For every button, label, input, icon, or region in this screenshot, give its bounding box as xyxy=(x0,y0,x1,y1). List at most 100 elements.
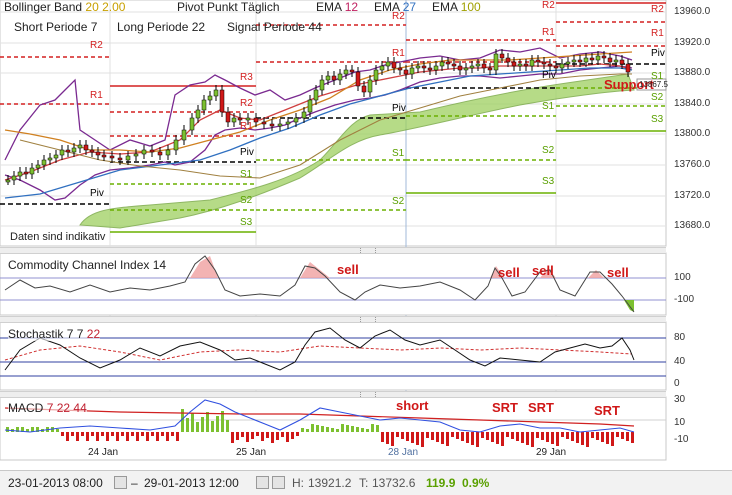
macd-histogram-bar xyxy=(566,432,569,439)
ema-value: 100 xyxy=(460,0,481,14)
ema-value: 12 xyxy=(344,0,359,14)
cci-sell-signal: sell xyxy=(337,262,359,277)
candle-body xyxy=(213,89,219,97)
macd-histogram-bar xyxy=(61,432,64,436)
candle-body xyxy=(41,159,47,166)
macd-histogram-bar xyxy=(396,432,399,437)
macd-histogram-bar xyxy=(521,432,524,443)
bollinger-legend[interactable]: Bollinger Band 20 2.00 xyxy=(4,0,125,14)
macd-histogram-bar xyxy=(581,432,584,445)
short-periode-value: 7 xyxy=(90,20,98,34)
macd-histogram-bar xyxy=(501,432,504,446)
candle-body xyxy=(385,61,391,67)
candle-body xyxy=(607,57,613,63)
high-value: 13921.2 xyxy=(308,476,352,490)
ema-label: EMA xyxy=(432,0,458,14)
candle-body xyxy=(505,57,511,63)
ema-legend-1[interactable]: EMA 12 xyxy=(316,0,358,14)
macd-histogram-bar xyxy=(371,424,374,432)
stochastic-label: Stochastik xyxy=(8,327,64,341)
candle-body xyxy=(59,149,65,156)
candle-body xyxy=(277,123,283,127)
candle-body xyxy=(189,117,195,131)
candle-body xyxy=(379,65,385,71)
candle-body xyxy=(445,61,451,65)
macd-histogram-bar xyxy=(516,432,519,441)
macd-histogram-bar xyxy=(141,432,144,436)
pivot-label-s3: S3 xyxy=(240,217,253,228)
candle-body xyxy=(529,59,535,67)
macd-histogram-bar xyxy=(161,432,164,436)
ema-label: EMA xyxy=(316,0,342,14)
macd-histogram-bar xyxy=(266,432,269,438)
candle-body xyxy=(285,121,291,125)
stochastic-title[interactable]: Stochastik 7 7 22 xyxy=(8,327,101,341)
pivot-legend[interactable]: Pivot Punkt Täglich xyxy=(177,0,280,14)
candle-body xyxy=(29,167,35,175)
candle-body xyxy=(89,149,95,153)
pane-splitter[interactable] xyxy=(0,316,666,323)
cci-axis-label: 100 xyxy=(674,272,691,283)
pane-splitter[interactable] xyxy=(0,391,666,398)
candle-body xyxy=(355,71,361,87)
refresh-icon[interactable] xyxy=(272,476,285,489)
candle-body xyxy=(397,67,403,71)
start-calendar-icon[interactable] xyxy=(114,476,127,489)
macd-histogram-bar xyxy=(536,432,539,438)
candle-body xyxy=(583,57,589,63)
candle-body xyxy=(65,149,71,153)
candle-body xyxy=(201,99,207,111)
long-periode-legend[interactable]: Long Periode 22 xyxy=(117,20,205,34)
pane-splitter[interactable] xyxy=(0,247,666,254)
signal-periode-label: Signal Periode xyxy=(227,20,306,34)
macd-histogram-bar xyxy=(441,432,444,444)
macd-histogram-bar xyxy=(481,432,484,438)
signal-periode-legend[interactable]: Signal Periode 44 xyxy=(227,20,322,34)
end-calendar-icon[interactable] xyxy=(256,476,269,489)
candle-body xyxy=(601,55,607,59)
macd-histogram-bar xyxy=(401,432,404,439)
candle-body xyxy=(481,63,487,69)
cci-title[interactable]: Commodity Channel Index 14 xyxy=(8,258,167,272)
high-label: H: xyxy=(292,476,304,490)
candle-body xyxy=(535,59,541,63)
macd-histogram-bar xyxy=(596,432,599,440)
macd-title[interactable]: MACD 7 22 44 xyxy=(8,401,87,415)
candle-body xyxy=(349,69,355,73)
macd-histogram-bar xyxy=(386,432,389,444)
candle-body xyxy=(361,85,367,93)
price-axis-label: 13840.0 xyxy=(674,98,711,109)
macd-histogram-bar xyxy=(541,432,544,440)
macd-histogram-bar xyxy=(356,427,359,432)
change-value: 119.9 xyxy=(426,476,456,490)
candle-body xyxy=(207,95,213,101)
macd-srt-signal: SRT xyxy=(492,400,518,415)
pivot-label-r1: R1 xyxy=(542,27,555,38)
macd-histogram-bar xyxy=(411,432,414,443)
price-axis-label: 13680.0 xyxy=(674,220,711,231)
candle-body xyxy=(157,151,163,156)
x-axis-label: 28 Jan xyxy=(388,447,419,458)
candle-body xyxy=(261,121,267,125)
candle-body xyxy=(415,65,421,69)
macd-slow: 22 xyxy=(56,401,71,415)
ema-legend-3[interactable]: EMA 100 xyxy=(432,0,481,14)
macd-histogram-bar xyxy=(166,432,169,441)
candle-body xyxy=(373,69,379,81)
cci-axis-label: -100 xyxy=(674,294,695,305)
candle-body xyxy=(165,149,171,156)
short-periode-legend[interactable]: Short Periode 7 xyxy=(14,20,97,34)
pivot-label-piv: Piv xyxy=(542,70,556,81)
macd-fast: 7 xyxy=(46,401,54,415)
pivot-label-piv: Piv xyxy=(651,48,665,59)
macd-histogram-bar xyxy=(81,432,84,436)
candle-body xyxy=(517,63,523,67)
candle-body xyxy=(325,75,331,81)
macd-histogram-bar xyxy=(291,432,294,439)
candle-body xyxy=(391,61,397,69)
macd-histogram-bar xyxy=(506,432,509,437)
macd-histogram-bar xyxy=(451,432,454,437)
macd-histogram-bar xyxy=(211,421,214,432)
price-chart[interactable] xyxy=(0,0,732,470)
macd-histogram-bar xyxy=(311,424,314,432)
